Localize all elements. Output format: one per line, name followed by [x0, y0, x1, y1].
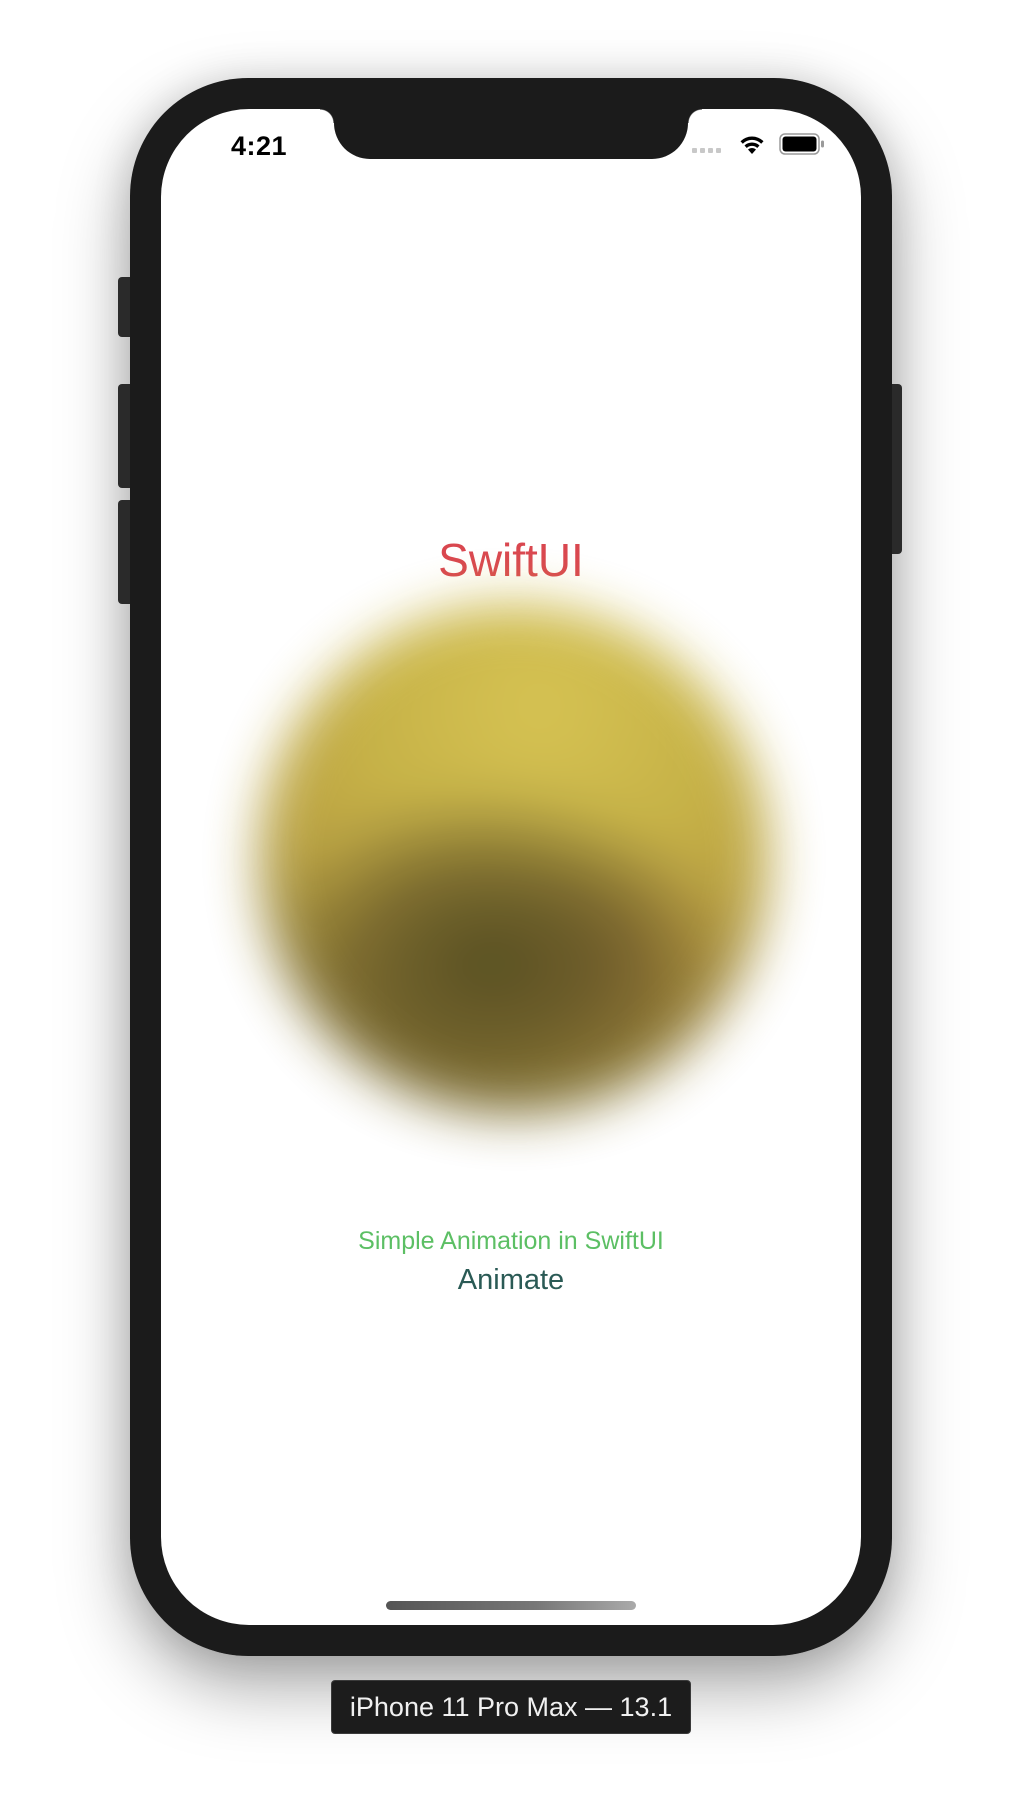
simulator-window: 4:21 SwiftUI Simple Animation in SwiftUI… — [0, 0, 1022, 1806]
cellular-signal-icon — [692, 135, 721, 153]
wifi-icon — [737, 133, 767, 155]
status-time: 4:21 — [231, 131, 288, 161]
blurred-gradient-circle — [259, 604, 769, 1114]
simulator-device-label: iPhone 11 Pro Max — 13.1 — [331, 1680, 691, 1734]
subtitle-text: Simple Animation in SwiftUI — [358, 1227, 664, 1255]
device-screen: 4:21 SwiftUI Simple Animation in SwiftUI… — [161, 109, 861, 1625]
animate-button[interactable]: Animate — [421, 1264, 601, 1297]
page-title: SwiftUI — [438, 534, 584, 586]
notch — [320, 109, 702, 159]
device-frame: 4:21 SwiftUI Simple Animation in SwiftUI… — [130, 78, 892, 1656]
home-indicator[interactable] — [386, 1601, 636, 1610]
status-icons — [692, 133, 825, 155]
battery-icon — [779, 133, 825, 155]
